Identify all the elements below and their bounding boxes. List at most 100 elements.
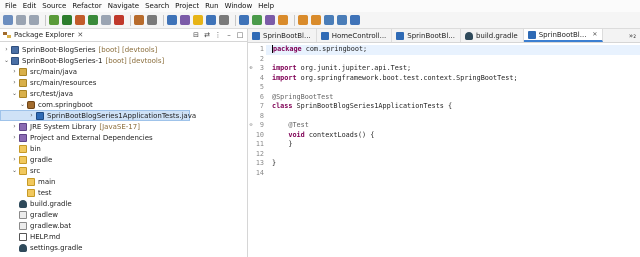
line-number: 11 xyxy=(255,140,264,148)
tree-item-label: src xyxy=(30,166,41,175)
toolbar-icon[interactable] xyxy=(206,15,216,25)
toolbar-icon[interactable] xyxy=(324,15,334,25)
toolbar-icon[interactable] xyxy=(265,15,275,25)
close-icon[interactable]: ✕ xyxy=(592,31,597,38)
editor-tab[interactable]: SprinBootBl... xyxy=(392,29,461,42)
line-number: 5 xyxy=(259,83,264,91)
toolbar-icon[interactable] xyxy=(49,15,59,25)
gradle-icon xyxy=(464,31,473,40)
tree-item-label: com.springboot xyxy=(38,100,93,109)
tab-overflow-icon[interactable]: »₂ xyxy=(629,29,640,42)
menu-item-run[interactable]: Run xyxy=(202,2,221,10)
toolbar-icon[interactable] xyxy=(193,15,203,25)
menu-item-refactor[interactable]: Refactor xyxy=(69,2,104,10)
expanded-arrow-icon[interactable]: ⌄ xyxy=(11,90,18,97)
menu-item-project[interactable]: Project xyxy=(172,2,202,10)
line-number: 12 xyxy=(255,149,264,158)
tree-item[interactable]: HELP.md xyxy=(0,231,60,242)
toolbar-icon[interactable] xyxy=(252,15,262,25)
toolbar-icon[interactable] xyxy=(219,15,229,25)
toolbar-icon[interactable] xyxy=(62,15,72,25)
collapsed-arrow-icon[interactable]: › xyxy=(11,134,18,141)
collapsed-arrow-icon[interactable]: › xyxy=(3,46,10,53)
collapse-all-icon[interactable]: ⊟ xyxy=(192,31,200,39)
menu-item-window[interactable]: Window xyxy=(222,2,256,10)
menu-item-search[interactable]: Search xyxy=(142,2,172,10)
editor-tab[interactable]: SprinBootBl... xyxy=(248,29,317,42)
toolbar-icon[interactable] xyxy=(134,15,144,25)
menu-item-source[interactable]: Source xyxy=(39,2,69,10)
toolbar-icon[interactable] xyxy=(114,15,124,25)
tree-item[interactable]: test xyxy=(0,187,51,198)
maximize-icon[interactable]: □ xyxy=(236,31,244,39)
collapsed-arrow-icon[interactable]: › xyxy=(11,156,18,163)
expanded-arrow-icon[interactable]: ⌄ xyxy=(11,167,18,174)
package-icon xyxy=(27,100,35,109)
toolbar-icon[interactable] xyxy=(180,15,190,25)
tree-item[interactable]: › JRE System Library [JavaSE-17] xyxy=(0,121,140,132)
tree-item[interactable]: gradlew.bat xyxy=(0,220,71,231)
toolbar-icon[interactable] xyxy=(16,15,26,25)
view-menu-icon[interactable]: ⋮ xyxy=(214,31,222,39)
collapsed-arrow-icon[interactable]: › xyxy=(11,79,18,86)
tree-item[interactable]: › src/main/java xyxy=(0,66,77,77)
package-explorer-tab[interactable]: Package Explorer ✕ xyxy=(0,29,83,42)
toolbar-icon[interactable] xyxy=(88,15,98,25)
collapsed-arrow-icon[interactable]: › xyxy=(28,112,35,119)
package-explorer-header: Package Explorer ✕ ⊟ ⇄ ⋮ – □ xyxy=(0,29,247,42)
editor-tab[interactable]: build.gradle xyxy=(461,29,524,42)
menu-item-help[interactable]: Help xyxy=(255,2,277,10)
toolbar-icon[interactable] xyxy=(350,15,360,25)
code-editor[interactable]: 1 2 3 ⊕ 4 5 6 7 8 9 ⊖ 10 11 12 13 14 package com.spring… xyxy=(248,44,640,257)
toolbar-icon[interactable] xyxy=(75,15,85,25)
fold-expand-icon[interactable]: ⊕ xyxy=(248,64,254,74)
toolbar-icon[interactable] xyxy=(101,15,111,25)
collapsed-arrow-icon[interactable]: › xyxy=(11,123,18,130)
tree-item-label: main xyxy=(38,177,56,186)
tree-item[interactable]: ⌄ SprinBoot-BlogSeries-1 [boot] [devtools] xyxy=(0,55,164,66)
fold-collapse-icon[interactable]: ⊖ xyxy=(248,121,254,131)
tree-item[interactable]: settings.gradle xyxy=(0,242,82,253)
editor-tab[interactable]: HomeControll... xyxy=(317,29,393,42)
expanded-arrow-icon[interactable]: ⌄ xyxy=(3,57,10,64)
expanded-arrow-icon[interactable]: ⌄ xyxy=(19,101,26,108)
tree-item[interactable]: ⌄ src/test/java xyxy=(0,88,73,99)
minimize-icon[interactable]: – xyxy=(225,31,233,39)
toolbar-icon[interactable] xyxy=(167,15,177,25)
source-folder-icon xyxy=(19,67,27,76)
toolbar-icon[interactable] xyxy=(29,15,39,25)
tree-item[interactable]: gradlew xyxy=(0,209,58,220)
tree-item-label: HELP.md xyxy=(30,232,61,241)
tree-item[interactable]: build.gradle xyxy=(0,198,72,209)
tree-item[interactable]: › Project and External Dependencies xyxy=(0,132,153,143)
toolbar-icon[interactable] xyxy=(298,15,308,25)
tree-item[interactable]: › gradle xyxy=(0,154,52,165)
menu-item-file[interactable]: File xyxy=(2,2,20,10)
tree-item[interactable]: bin xyxy=(0,143,41,154)
toolbar-icon[interactable] xyxy=(239,15,249,25)
collapsed-arrow-icon[interactable]: › xyxy=(11,68,18,75)
toolbar-icon[interactable] xyxy=(311,15,321,25)
file-icon xyxy=(19,221,27,230)
close-icon[interactable]: ✕ xyxy=(77,31,83,39)
toolbar-icon[interactable] xyxy=(337,15,347,25)
tree-item[interactable]: ⌄ com.springboot xyxy=(0,99,93,110)
tree-item[interactable]: ⌄ src xyxy=(0,165,40,176)
tree-item[interactable]: › SprinBootBlogSeries1ApplicationTests.ja… xyxy=(0,110,196,121)
toolbar-icon[interactable] xyxy=(147,15,157,25)
editor-tabs: SprinBootBl... HomeControll... SprinBootBl… xyxy=(248,29,640,43)
tree-item-decoration: [JavaSE-17] xyxy=(99,122,140,131)
toolbar-icon[interactable] xyxy=(3,15,13,25)
link-with-editor-icon[interactable]: ⇄ xyxy=(203,31,211,39)
code-text: contextLoads() { xyxy=(304,130,375,139)
line-number: 6 xyxy=(259,92,264,101)
tree-item[interactable]: › src/main/resources xyxy=(0,77,96,88)
tree-item[interactable]: › SprinBoot-BlogSeries [boot] [devtools] xyxy=(0,44,157,55)
tree-item[interactable]: main xyxy=(0,176,56,187)
menu-item-edit[interactable]: Edit xyxy=(20,2,40,10)
editor-tab[interactable]: SprinBootBl... ✕ xyxy=(523,29,604,42)
menu-item-navigate[interactable]: Navigate xyxy=(105,2,142,10)
toolbar-icon[interactable] xyxy=(278,15,288,25)
toolbar-separator xyxy=(235,14,236,26)
